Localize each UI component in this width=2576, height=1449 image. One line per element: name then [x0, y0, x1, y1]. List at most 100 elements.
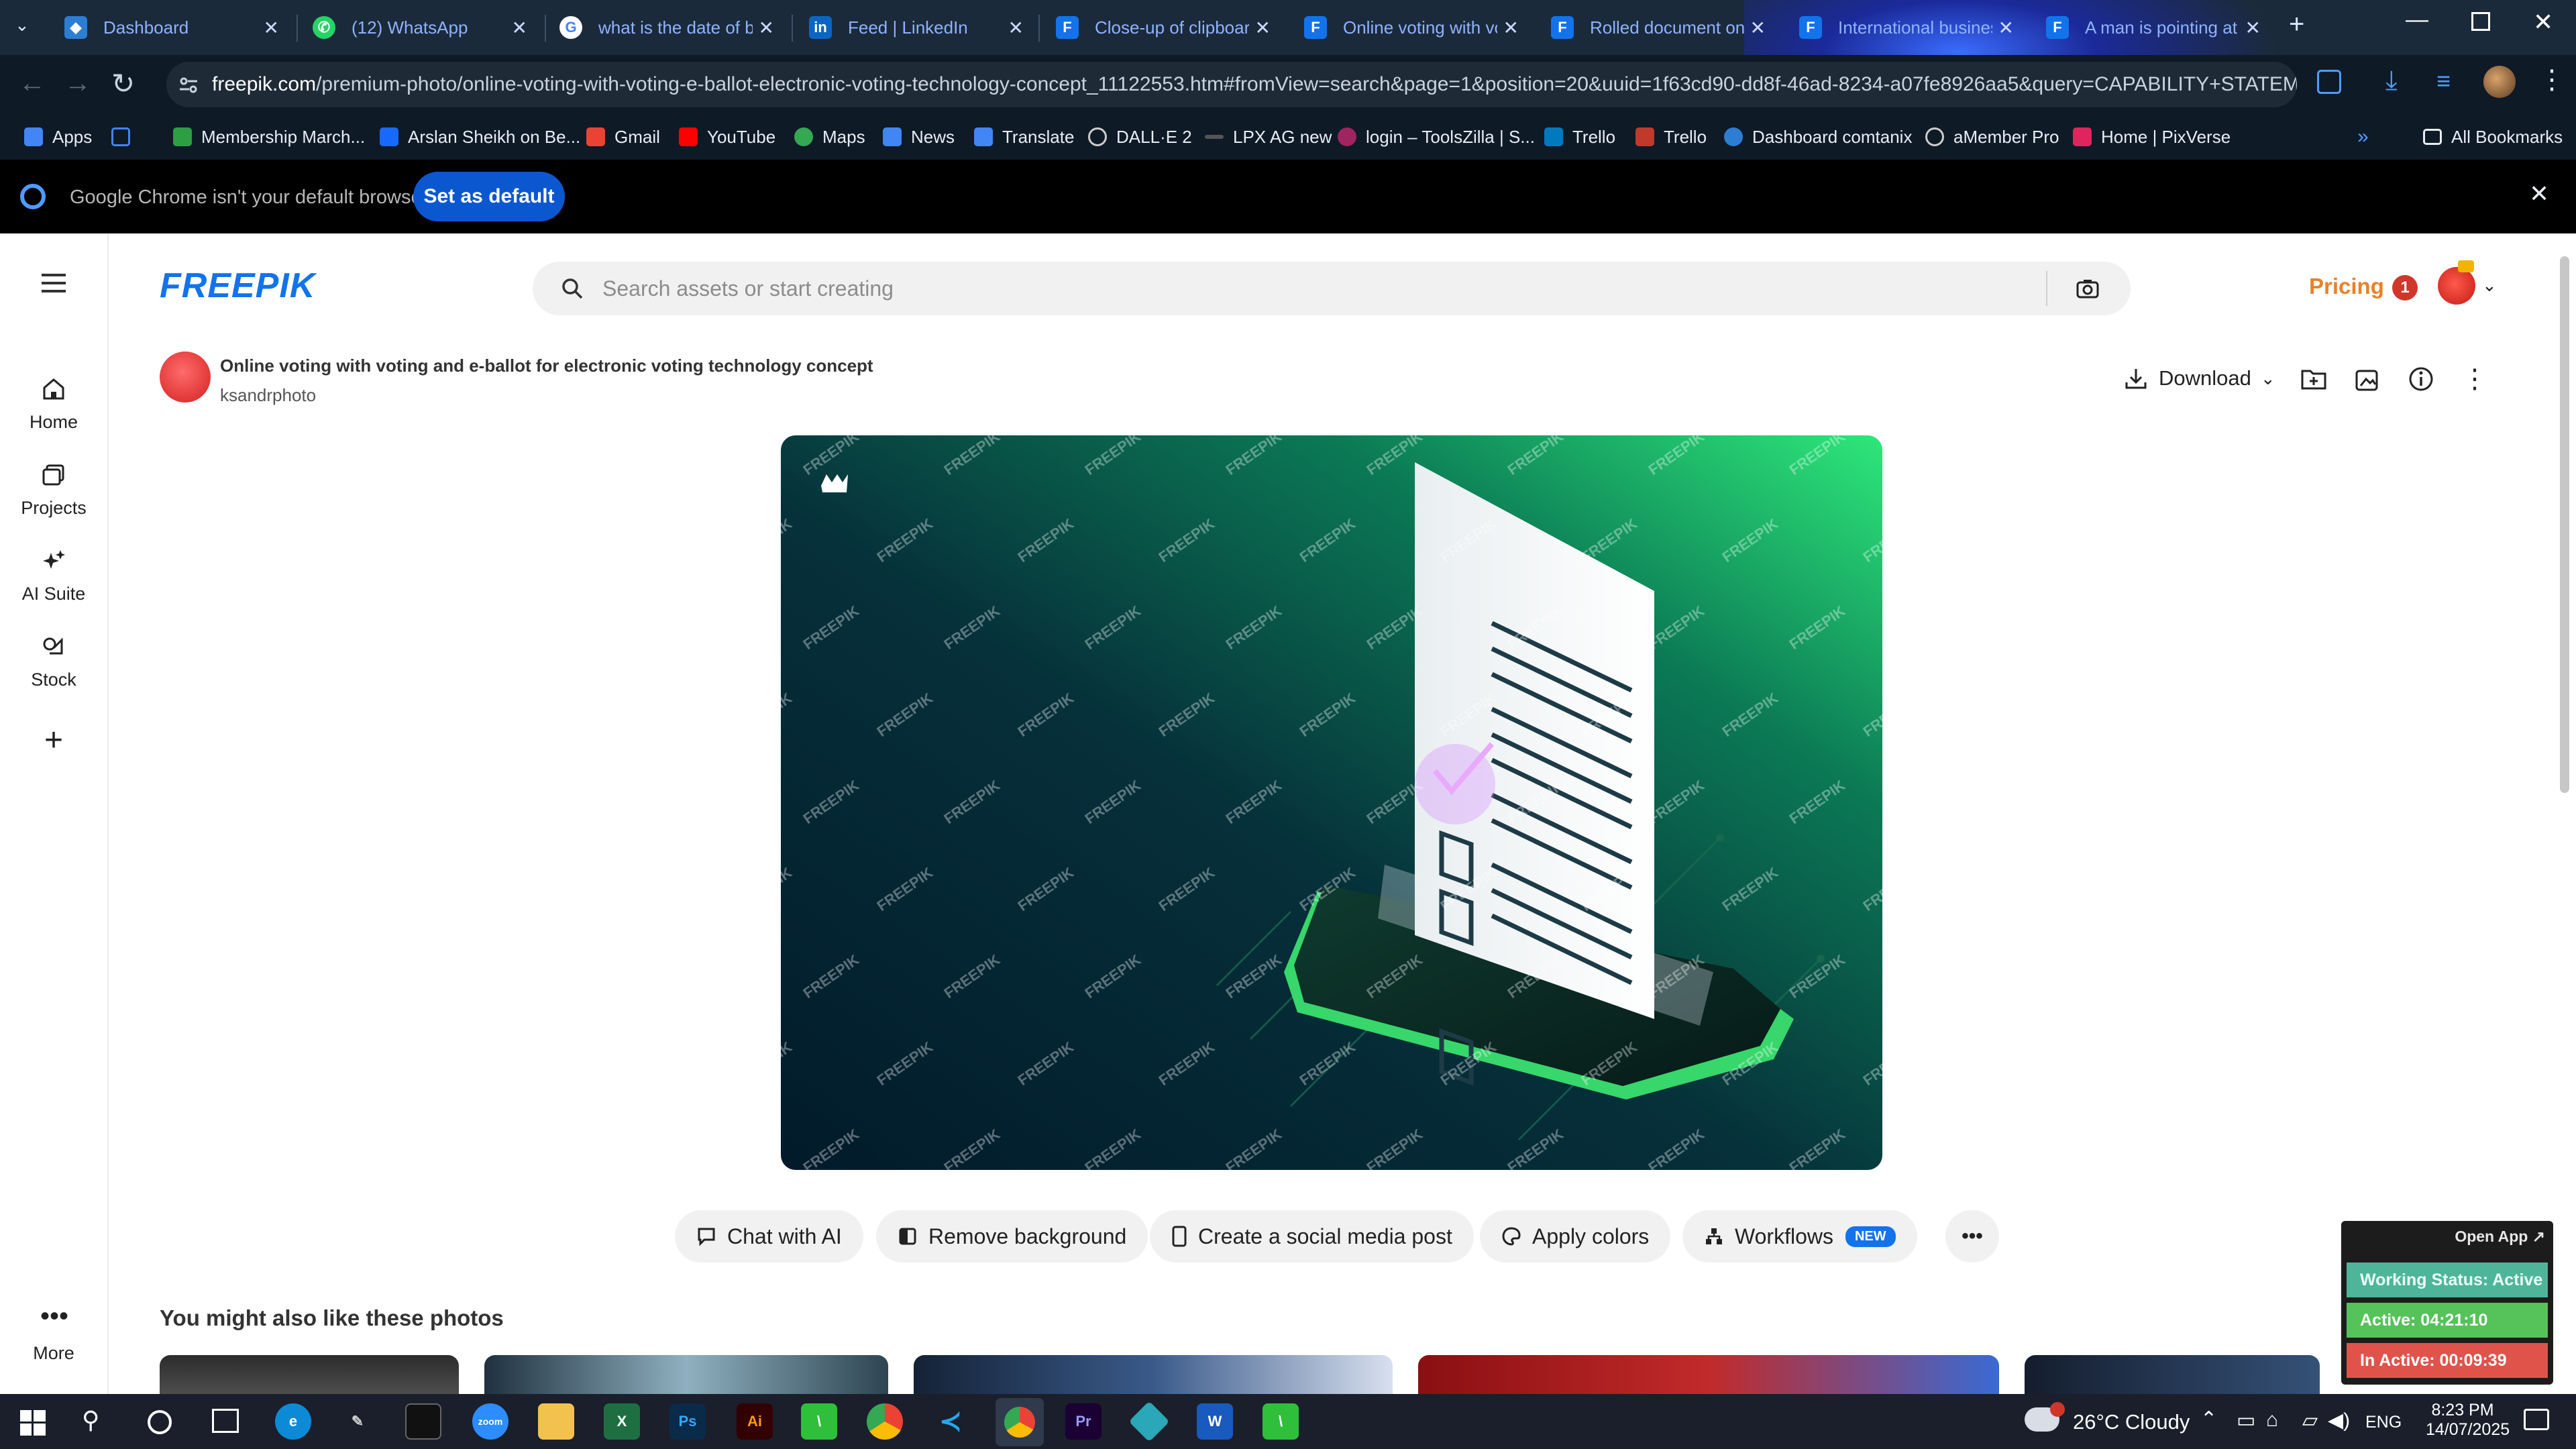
new-tab-plus-icon[interactable]: + [2289, 9, 2304, 40]
pricing-link[interactable]: Pricing [2309, 274, 2384, 299]
bookmark-translate[interactable]: Translate [974, 123, 1074, 150]
taskbar-search-icon[interactable]: ⚲ [82, 1406, 99, 1434]
bookmark-grid[interactable] [111, 123, 140, 150]
green-app-icon[interactable]: \ [1263, 1403, 1299, 1440]
close-tab-icon[interactable]: ✕ [1998, 19, 2014, 38]
nav-more[interactable]: ••• More [0, 1303, 107, 1364]
close-tab-icon[interactable]: ✕ [1255, 19, 1271, 38]
open-app-link[interactable]: Open App ↗ [2455, 1228, 2545, 1246]
bookmark-dalle[interactable]: DALL·E 2 [1088, 123, 1192, 150]
bookmark-membership[interactable]: Membership March... [173, 123, 365, 150]
set-as-default-button[interactable]: Set as default [413, 172, 565, 221]
back-arrow-icon[interactable]: ← [19, 68, 46, 99]
bookmark-trello-2[interactable]: Trello [1635, 123, 1707, 150]
bookmark-amember[interactable]: aMember Pro [1925, 123, 2059, 150]
chat-with-ai-button[interactable]: Chat with AI [675, 1210, 863, 1263]
related-thumbnail[interactable] [2025, 1355, 2320, 1394]
download-icon[interactable]: ⤓ [2385, 66, 2398, 96]
bookmark-gmail[interactable]: Gmail [586, 123, 660, 150]
nav-add-plus-icon[interactable]: + [0, 724, 107, 757]
info-icon[interactable] [2403, 361, 2439, 397]
bookmark-trello-1[interactable]: Trello [1544, 123, 1615, 150]
excel-icon[interactable]: X [604, 1403, 640, 1440]
more-actions-dots-icon[interactable]: ••• [1945, 1210, 1999, 1263]
edge-icon[interactable]: e [275, 1403, 311, 1440]
search-bar[interactable]: Search assets or start creating [533, 262, 2131, 315]
apply-colors-button[interactable]: Apply colors [1480, 1210, 1671, 1263]
restore-icon[interactable] [2471, 12, 2490, 31]
account-chevron-icon[interactable]: ⌄ [2482, 275, 2497, 296]
site-info-icon[interactable] [177, 74, 200, 97]
tab-whatsapp[interactable]: ✆ (12) WhatsApp ✕ [313, 4, 527, 51]
tab-freepik-man-pointing[interactable]: F A man is pointing at ✕ [2046, 4, 2261, 51]
author-name[interactable]: ksandrphoto [220, 385, 316, 406]
bookmark-maps[interactable]: Maps [794, 123, 865, 150]
notifications-icon[interactable] [2524, 1409, 2549, 1430]
zoom-icon[interactable]: zoom [472, 1403, 508, 1440]
infobar-close-icon[interactable]: ✕ [2529, 180, 2549, 208]
chrome-active-icon[interactable] [996, 1398, 1044, 1446]
more-options-icon[interactable]: ⋮ [2457, 361, 2493, 397]
download-button[interactable]: Download ⌄ [2123, 365, 2275, 392]
notification-badge[interactable]: 1 [2392, 275, 2418, 301]
media-control-icon[interactable]: ≡ [2436, 67, 2451, 95]
clock[interactable]: 8:23 PM 14/07/2025 [2426, 1401, 2510, 1440]
vscode-icon[interactable]: ≺ [932, 1403, 969, 1440]
bookmark-news[interactable]: News [883, 123, 955, 150]
profile-avatar[interactable] [2483, 66, 2516, 98]
wifi-icon[interactable]: ▱ [2302, 1409, 2318, 1432]
reload-icon[interactable]: ↻ [111, 67, 135, 100]
network-status-icon[interactable]: ⌂ [2266, 1409, 2278, 1432]
terminal-icon[interactable] [405, 1403, 441, 1440]
related-thumbnail[interactable] [160, 1355, 459, 1394]
tab-search-chevron-icon[interactable]: ⌄ [15, 15, 30, 36]
related-thumbnail[interactable] [484, 1355, 888, 1394]
chrome-icon[interactable] [867, 1403, 903, 1440]
illustrator-icon[interactable]: Ai [737, 1403, 773, 1440]
weather-text[interactable]: 26°C Cloudy [2073, 1410, 2190, 1434]
nav-projects[interactable]: Projects [0, 462, 107, 519]
close-tab-icon[interactable]: ✕ [2245, 19, 2261, 38]
bookmark-behance[interactable]: Arslan Sheikh on Be... [380, 123, 580, 150]
close-tab-icon[interactable]: ✕ [759, 19, 774, 38]
premiere-icon[interactable]: Pr [1065, 1403, 1102, 1440]
close-tab-icon[interactable]: ✕ [1008, 19, 1024, 38]
close-tab-icon[interactable]: ✕ [512, 19, 527, 38]
meet-now-icon[interactable]: ▭ [2237, 1409, 2255, 1432]
freepik-logo[interactable]: FREEPIK [160, 266, 315, 306]
pen-tool-icon[interactable]: ✎ [339, 1403, 376, 1440]
window-close-icon[interactable]: ✕ [2533, 8, 2553, 36]
volume-icon[interactable]: ◀) [2328, 1409, 2350, 1432]
asset-preview-image[interactable]: FREEPIK FREEPIK FREEPIK FREEPIK FREEPIK FREEP… [781, 435, 1882, 1170]
create-social-media-post-button[interactable]: Create a social media post [1150, 1210, 1474, 1263]
add-to-collection-icon[interactable] [2296, 361, 2332, 397]
nav-stock[interactable]: Stock [0, 633, 107, 690]
tab-freepik-clipboard[interactable]: F Close-up of clipboard ✕ [1056, 4, 1271, 51]
page-scrollbar[interactable] [2560, 256, 2569, 793]
related-thumbnail[interactable] [914, 1355, 1393, 1394]
forward-arrow-icon[interactable]: → [64, 68, 91, 99]
windows-start-icon[interactable] [20, 1410, 46, 1436]
diamond-app-icon[interactable] [1128, 1401, 1170, 1442]
bookmark-toolszilla[interactable]: login – ToolsZilla | S... [1338, 123, 1535, 150]
tab-freepik-rolled-document[interactable]: F Rolled document on ✕ [1551, 4, 1766, 51]
camera-search-icon[interactable] [2076, 276, 2100, 301]
close-tab-icon[interactable]: ✕ [264, 19, 279, 38]
all-bookmarks[interactable]: All Bookmarks [2423, 123, 2563, 150]
bookmark-lpx[interactable]: LPX AG new [1205, 123, 1332, 150]
close-tab-icon[interactable]: ✕ [1750, 19, 1766, 38]
word-icon[interactable]: W [1197, 1403, 1233, 1440]
address-bar[interactable]: freepik.com/premium-photo/online-voting-… [166, 62, 2297, 107]
tab-linkedin[interactable]: in Feed | LinkedIn ✕ [809, 4, 1024, 51]
cortana-icon[interactable] [148, 1410, 172, 1434]
bookmark-dashboard-comtanix[interactable]: Dashboard comtanix [1724, 123, 1912, 150]
language-indicator[interactable]: ENG [2365, 1413, 2402, 1432]
author-avatar[interactable] [160, 352, 211, 402]
close-tab-icon[interactable]: ✕ [1503, 19, 1519, 38]
file-explorer-icon[interactable] [538, 1403, 574, 1440]
bookmark-youtube[interactable]: YouTube [679, 123, 775, 150]
user-avatar[interactable] [2438, 267, 2475, 305]
remove-background-button[interactable]: Remove background [876, 1210, 1148, 1263]
hamburger-menu-icon[interactable] [42, 274, 66, 276]
tab-freepik-international[interactable]: F International busines ✕ [1799, 4, 2014, 51]
